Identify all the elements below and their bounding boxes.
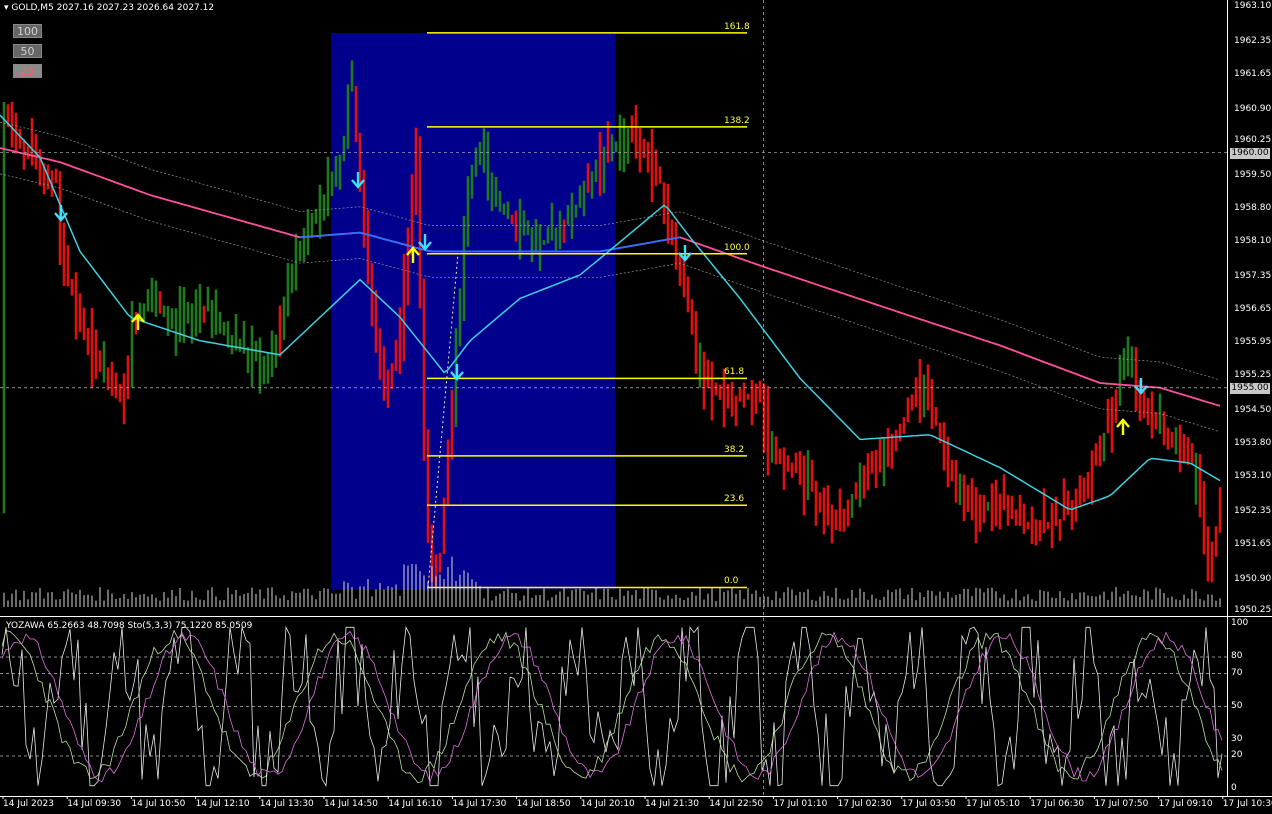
- level-button-100[interactable]: 100: [13, 24, 42, 38]
- time-tick-label: 14 Jul 20:10: [580, 799, 635, 809]
- time-tick-label: 17 Jul 07:50: [1094, 799, 1149, 809]
- time-tick-label: 14 Jul 16:10: [388, 799, 443, 809]
- time-tick-label: 17 Jul 10:30: [1222, 799, 1272, 809]
- time-tick-label: 14 Jul 18:50: [516, 799, 571, 809]
- symbol-timeframe: GOLD,M5: [11, 3, 54, 13]
- chart-title: ▾ GOLD,M5 2027.16 2027.23 2026.64 2027.1…: [4, 3, 214, 14]
- time-tick-label: 14 Jul 13:30: [259, 799, 314, 809]
- ohlc-values: 2027.16 2027.23 2026.64 2027.12: [56, 3, 215, 13]
- price-tick-label: 1956.65: [1234, 304, 1272, 315]
- price-tick-label: 1950.90: [1234, 574, 1272, 585]
- time-tick-label: 17 Jul 05:10: [966, 799, 1020, 809]
- price-tick-label: 1952.35: [1234, 506, 1272, 517]
- fib-level-label: 23.6: [724, 494, 745, 505]
- crosshair-price-readout: 1960.00: [1230, 148, 1270, 159]
- fib-level-label: 138.2: [724, 115, 750, 126]
- oscillator-tick-label: 70: [1231, 667, 1243, 678]
- time-tick-label: 14 Jul 10:50: [131, 799, 186, 809]
- time-tick-label: 14 Jul 21:30: [645, 799, 699, 809]
- highlight-zone[interactable]: [331, 33, 615, 590]
- price-tick-label: 1960.25: [1234, 134, 1272, 145]
- oscillator-tick-label: 20: [1231, 750, 1243, 760]
- price-tick-label: 1957.35: [1234, 271, 1272, 282]
- level-button-25[interactable]: 25: [13, 64, 42, 78]
- price-tick-label: 1958.10: [1234, 236, 1272, 247]
- time-tick-label: 17 Jul 01:10: [773, 799, 828, 809]
- price-tick-label: 1953.80: [1234, 438, 1272, 449]
- chart-canvas[interactable]: [0, 0, 1272, 814]
- time-tick-label: 14 Jul 2023: [3, 799, 54, 809]
- oscillator-tick-label: 30: [1231, 733, 1243, 744]
- time-tick-label: 14 Jul 17:30: [452, 799, 507, 809]
- fib-level-label: 61.8: [724, 367, 745, 378]
- chart-window[interactable]: ▾ GOLD,M5 2027.16 2027.23 2026.64 2027.1…: [0, 0, 1272, 814]
- oscillator-tick-label: 0: [1231, 783, 1237, 793]
- price-tick-label: 1958.80: [1234, 203, 1272, 214]
- time-tick-label: 14 Jul 22:50: [709, 799, 764, 809]
- price-tick-label: 1955.95: [1234, 337, 1272, 348]
- time-tick-label: 17 Jul 03:50: [901, 799, 956, 809]
- price-tick-label: 1961.65: [1234, 69, 1272, 80]
- time-tick-label: 17 Jul 06:30: [1030, 799, 1085, 809]
- time-tick-label: 14 Jul 14:50: [324, 799, 378, 809]
- oscillator-tick-label: 80: [1231, 651, 1243, 661]
- price-tick-label: 1959.50: [1234, 170, 1272, 181]
- price-tick-label: 1962.35: [1234, 36, 1272, 47]
- price-tick-label: 1963.10: [1234, 1, 1272, 11]
- price-tick-label: 1951.65: [1234, 539, 1272, 550]
- fib-level-label: 38.2: [724, 444, 745, 455]
- price-tick-label: 1960.90: [1234, 104, 1272, 115]
- oscillator-title: YOZAWA 65.2663 48.7098 Sto(5,3,3) 75.122…: [6, 621, 253, 631]
- price-tick-label: 1955.25: [1234, 369, 1272, 380]
- fib-level-label: 0.0: [724, 576, 739, 587]
- time-tick-label: 14 Jul 09:30: [67, 799, 122, 809]
- fib-level-label: 100.0: [724, 242, 750, 253]
- time-tick-label: 17 Jul 09:10: [1158, 799, 1213, 809]
- time-tick-label: 17 Jul 02:30: [837, 799, 892, 809]
- price-tick-label: 1954.50: [1234, 405, 1272, 416]
- oscillator-tick-label: 100: [1231, 618, 1249, 628]
- oscillator-tick-label: 50: [1231, 700, 1243, 711]
- current-price-readout: 1955.00: [1230, 383, 1270, 394]
- fib-level-label: 161.8: [724, 21, 750, 32]
- level-button-50[interactable]: 50: [13, 44, 42, 58]
- price-tick-label: 1953.10: [1234, 471, 1272, 482]
- chart-menu-triangle-icon[interactable]: ▾: [4, 3, 9, 13]
- time-tick-label: 14 Jul 12:10: [195, 799, 250, 809]
- price-tick-label: 1950.25: [1234, 605, 1272, 615]
